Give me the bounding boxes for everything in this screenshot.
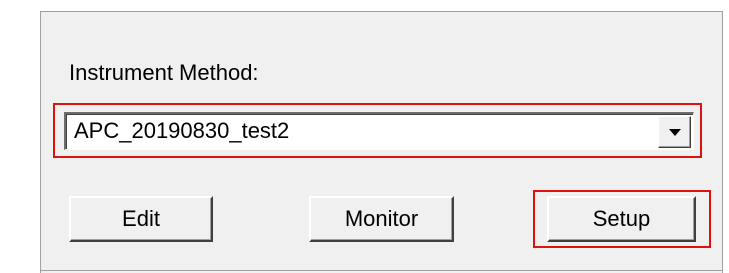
monitor-button[interactable]: Monitor xyxy=(309,196,454,242)
panel-divider xyxy=(722,11,723,273)
edit-button[interactable]: Edit xyxy=(69,196,213,242)
panel-bottom-border xyxy=(40,270,723,271)
dropdown-highlight-box xyxy=(53,103,702,158)
setup-highlight-box xyxy=(533,190,711,248)
instrument-method-label: Instrument Method: xyxy=(69,60,259,85)
